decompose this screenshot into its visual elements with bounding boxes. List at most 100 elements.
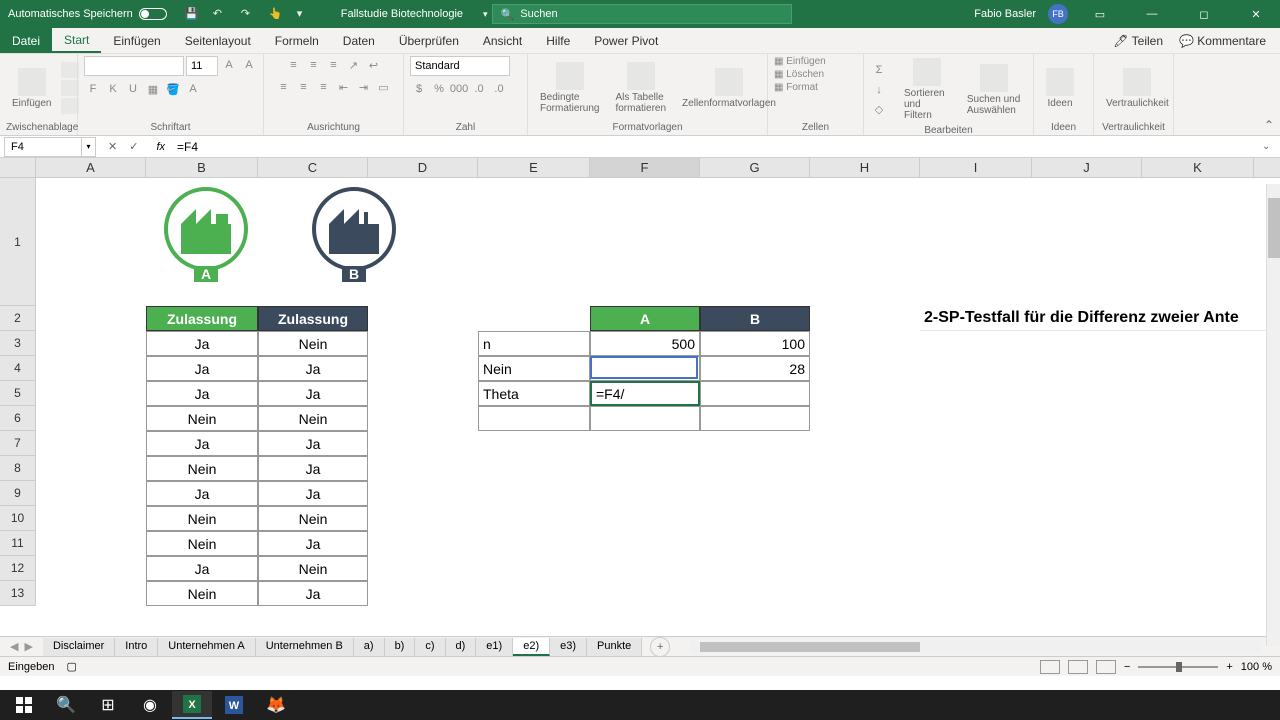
- toggle-switch[interactable]: [139, 8, 167, 20]
- tab-insert[interactable]: Einfügen: [101, 28, 172, 53]
- sheet-tab-e3[interactable]: e3): [550, 638, 587, 656]
- name-box-dropdown-icon[interactable]: ▾: [82, 137, 96, 157]
- align-middle-icon[interactable]: ≡: [305, 56, 323, 74]
- copy-icon[interactable]: [61, 80, 79, 96]
- decrease-decimal-icon[interactable]: .0: [490, 80, 508, 98]
- fill-icon[interactable]: ↓: [870, 81, 888, 99]
- enter-icon[interactable]: ✓: [129, 140, 138, 153]
- increase-decimal-icon[interactable]: .0: [470, 80, 488, 98]
- row-header-3[interactable]: 3: [0, 331, 36, 356]
- row-header-9[interactable]: 9: [0, 481, 36, 506]
- thousands-icon[interactable]: 000: [450, 80, 468, 98]
- cell-I2[interactable]: 2-SP-Testfall für die Differenz zweier A…: [920, 306, 1280, 331]
- col-header-I[interactable]: I: [920, 158, 1032, 177]
- cells-insert-button[interactable]: ▦ Einfügen: [774, 56, 826, 67]
- cell-G3[interactable]: 100: [700, 331, 810, 356]
- row-header-8[interactable]: 8: [0, 456, 36, 481]
- firefox-taskbar-icon[interactable]: 🦊: [256, 691, 296, 719]
- italic-button[interactable]: K: [104, 80, 122, 98]
- page-break-view-icon[interactable]: [1096, 660, 1116, 674]
- cell-B6[interactable]: Nein: [146, 406, 258, 431]
- start-button[interactable]: [4, 691, 44, 719]
- cell-C7[interactable]: Ja: [258, 431, 368, 456]
- cancel-icon[interactable]: ✕: [108, 140, 117, 153]
- cell-C10[interactable]: Nein: [258, 506, 368, 531]
- close-icon[interactable]: ✕: [1236, 0, 1276, 28]
- format-painter-icon[interactable]: [61, 98, 79, 114]
- zoom-in-icon[interactable]: +: [1226, 661, 1232, 673]
- search-taskbar-icon[interactable]: 🔍: [46, 691, 86, 719]
- cell-B8[interactable]: Nein: [146, 456, 258, 481]
- fill-color-icon[interactable]: 🪣: [164, 80, 182, 98]
- row-header-6[interactable]: 6: [0, 406, 36, 431]
- zoom-out-icon[interactable]: −: [1124, 661, 1130, 673]
- font-color-icon[interactable]: A: [184, 80, 202, 98]
- vertical-scrollbar[interactable]: [1266, 184, 1280, 646]
- cell-B10[interactable]: Nein: [146, 506, 258, 531]
- col-header-J[interactable]: J: [1032, 158, 1142, 177]
- document-title[interactable]: Fallstudie Biotechnologie: [321, 8, 483, 20]
- share-button[interactable]: 🖊 Teilen: [1113, 34, 1163, 48]
- minimize-icon[interactable]: —: [1132, 0, 1172, 28]
- sensitivity-button[interactable]: Vertraulichkeit: [1100, 66, 1175, 111]
- fx-icon[interactable]: fx: [150, 141, 171, 153]
- select-all-corner[interactable]: [0, 158, 36, 177]
- chevron-down-icon[interactable]: ▾: [483, 9, 492, 20]
- percent-icon[interactable]: %: [430, 80, 448, 98]
- next-sheet-icon[interactable]: ▶: [24, 640, 32, 653]
- bold-button[interactable]: F: [84, 80, 102, 98]
- tab-formulas[interactable]: Formeln: [263, 28, 331, 53]
- user-avatar[interactable]: FB: [1048, 4, 1068, 24]
- autosave-toggle[interactable]: Automatisches Speichern: [0, 8, 175, 20]
- cell-G6[interactable]: [700, 406, 810, 431]
- col-header-B[interactable]: B: [146, 158, 258, 177]
- cell-E6[interactable]: [478, 406, 590, 431]
- cell-B9[interactable]: Ja: [146, 481, 258, 506]
- ideas-button[interactable]: Ideen: [1040, 66, 1080, 111]
- scrollbar-thumb[interactable]: [1268, 198, 1280, 258]
- row-header-11[interactable]: 11: [0, 531, 36, 556]
- sheet-tab-UnternehmenB[interactable]: Unternehmen B: [256, 638, 354, 656]
- font-size-select[interactable]: 11: [186, 56, 218, 76]
- align-center-icon[interactable]: ≡: [295, 78, 313, 96]
- cell-B13[interactable]: Nein: [146, 581, 258, 606]
- cells-delete-button[interactable]: ▦ Löschen: [774, 69, 824, 80]
- save-icon[interactable]: 💾: [185, 7, 199, 21]
- cell-G2[interactable]: B: [700, 306, 810, 331]
- cell-C5[interactable]: Ja: [258, 381, 368, 406]
- cells-format-button[interactable]: ▦ Format: [774, 82, 818, 93]
- cell-E5[interactable]: Theta: [478, 381, 590, 406]
- wrap-text-icon[interactable]: ↩: [365, 56, 383, 74]
- cell-C6[interactable]: Nein: [258, 406, 368, 431]
- cell-E4[interactable]: Nein: [478, 356, 590, 381]
- cell-F6[interactable]: [590, 406, 700, 431]
- zoom-level[interactable]: 100 %: [1241, 661, 1272, 673]
- cell-G5[interactable]: [700, 381, 810, 406]
- cell-F5[interactable]: =F4/: [590, 381, 700, 406]
- row-header-12[interactable]: 12: [0, 556, 36, 581]
- tab-review[interactable]: Überprüfen: [387, 28, 471, 53]
- cell-E3[interactable]: n: [478, 331, 590, 356]
- add-sheet-button[interactable]: +: [650, 637, 670, 657]
- row-header-7[interactable]: 7: [0, 431, 36, 456]
- cell-B12[interactable]: Ja: [146, 556, 258, 581]
- col-header-C[interactable]: C: [258, 158, 368, 177]
- cell-G4[interactable]: 28: [700, 356, 810, 381]
- indent-increase-icon[interactable]: ⇥: [355, 78, 373, 96]
- row-header-4[interactable]: 4: [0, 356, 36, 381]
- sheet-tab-Intro[interactable]: Intro: [115, 638, 158, 656]
- user-name[interactable]: Fabio Basler: [974, 8, 1036, 20]
- format-table-button[interactable]: Als Tabelle formatieren: [609, 60, 672, 116]
- font-family-select[interactable]: [84, 56, 184, 76]
- cut-icon[interactable]: [61, 62, 79, 78]
- redo-icon[interactable]: ↷: [241, 7, 255, 21]
- currency-icon[interactable]: $: [410, 80, 428, 98]
- cell-C13[interactable]: Ja: [258, 581, 368, 606]
- align-bottom-icon[interactable]: ≡: [325, 56, 343, 74]
- col-header-D[interactable]: D: [368, 158, 478, 177]
- tab-help[interactable]: Hilfe: [534, 28, 582, 53]
- cell-styles-button[interactable]: Zellenformatvorlagen: [676, 66, 782, 111]
- cell-C9[interactable]: Ja: [258, 481, 368, 506]
- col-header-K[interactable]: K: [1142, 158, 1254, 177]
- autosum-icon[interactable]: Σ: [870, 61, 888, 79]
